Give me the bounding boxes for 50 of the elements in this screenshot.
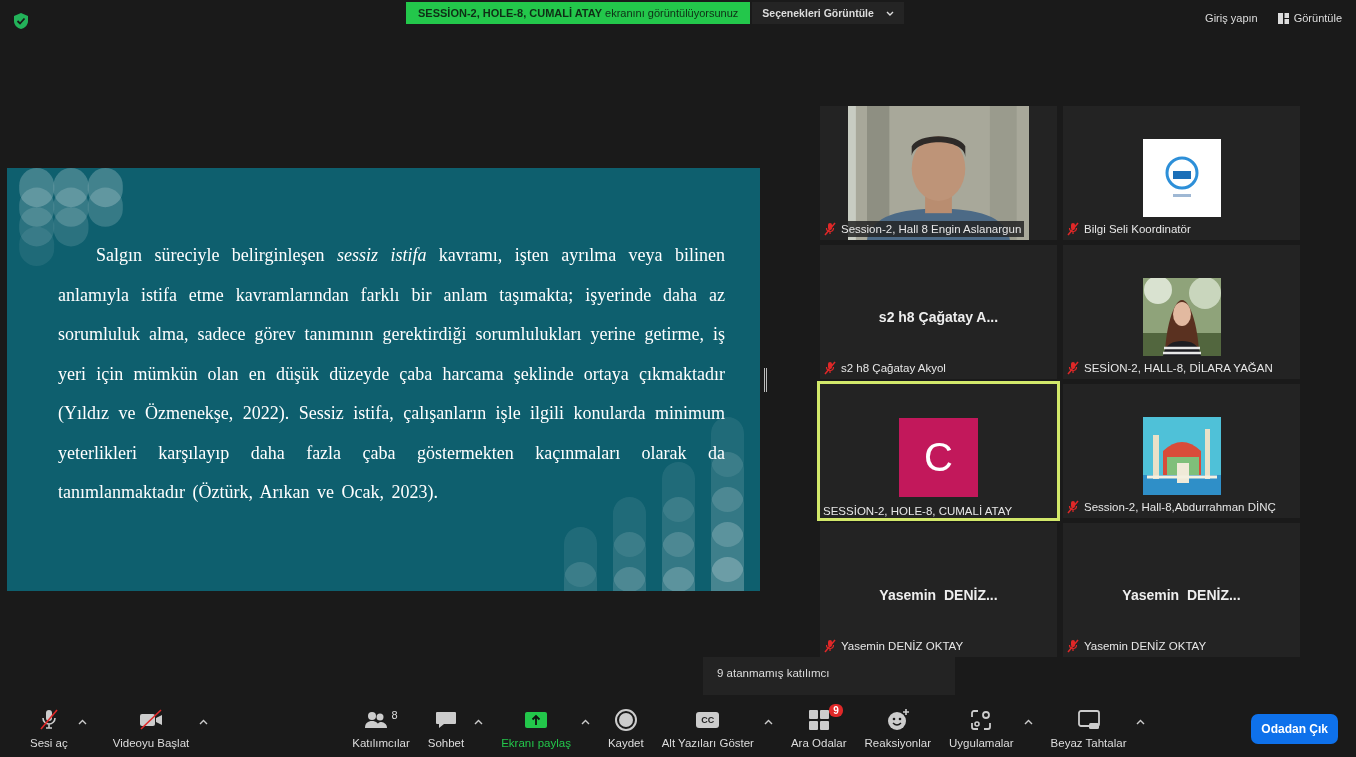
display-name: s2 h8 Çağatay A...: [878, 309, 999, 325]
view-button[interactable]: Görüntüle: [1271, 10, 1348, 26]
apps-button[interactable]: Uygulamalar: [947, 706, 1016, 751]
record-button[interactable]: Kaydet: [605, 706, 646, 751]
display-name: Yasemin DENİZ...: [879, 587, 998, 603]
unmute-button[interactable]: Sesi aç: [28, 706, 70, 751]
caret-icon: [580, 719, 590, 725]
participant-name: Session-2, Hall-8,Abdurrahman DİNÇ: [1084, 501, 1276, 513]
apps-icon: [969, 708, 994, 732]
avatar-initial: C: [899, 417, 978, 497]
grid-icon: [806, 708, 831, 732]
participant-count: 8: [391, 709, 398, 721]
sign-in-button[interactable]: Giriş yapın: [1199, 10, 1264, 26]
record-icon: [613, 708, 638, 732]
tooltip: 9 atanmamış katılımcı: [703, 657, 955, 695]
participant-name: Yasemin DENİZ OKTAY: [841, 640, 964, 652]
caret-icon: [77, 719, 87, 725]
whiteboard-icon: [1076, 708, 1101, 732]
start-video-button[interactable]: Videoyu Başlat: [110, 706, 192, 751]
count-badge: 9: [829, 704, 843, 717]
participants-button[interactable]: 8 Katılımcılar: [350, 706, 412, 751]
whiteboard-button[interactable]: Beyaz Tahtalar: [1048, 706, 1129, 751]
participant-name: Yasemin DENİZ OKTAY: [1084, 640, 1207, 652]
leave-room-button[interactable]: Odadan Çık: [1251, 713, 1338, 744]
participant-name: Bilgi Seli Koordinatör: [1084, 223, 1191, 235]
caret-icon: [199, 719, 209, 725]
smiley-icon: [885, 708, 910, 732]
chat-button[interactable]: Sohbet: [425, 706, 467, 751]
breakout-rooms-button[interactable]: 9 Ara Odalar: [788, 706, 849, 751]
caret-icon: [474, 719, 484, 725]
participant-name: s2 h8 Çağatay Akyol: [841, 362, 946, 374]
splitter-handle[interactable]: [764, 368, 767, 392]
share-screen-button[interactable]: Ekranı paylaş: [499, 706, 573, 751]
view-options-dropdown[interactable]: Seçenekleri Görüntüle: [752, 2, 904, 24]
participant-name: SESSİON-2, HOLE-8, CUMALİ ATAY: [823, 505, 1013, 517]
reactions-button[interactable]: Reaksiyonlar: [862, 706, 934, 751]
participant-name: SESİON-2, HALL-8, DİLARA YAĞAN: [1084, 362, 1273, 374]
captions-icon: CC: [696, 712, 720, 728]
participant-name: Session-2, Hall 8 Engin Aslanargun: [841, 223, 1022, 235]
video-off-icon: [138, 708, 163, 732]
display-name: Yasemin DENİZ...: [1122, 587, 1241, 603]
caret-icon: [763, 719, 773, 725]
sharing-banner: SESSİON-2, HOLE-8, CUMALİ ATAY ekranını görüntülüyorsunuz: [406, 2, 751, 24]
layout-icon: [1277, 12, 1289, 24]
caret-icon: [1023, 719, 1033, 725]
shield-icon: [14, 13, 28, 29]
caret-icon: [1136, 719, 1146, 725]
slide-paragraph: Salgın süreciyle belirginleşen sessiz istifa kavramı, işten ayrılma veya bilinen anlamıyla istifa etme kavramlarından farklı bir anlam taşımakta; işyerinde daha az sorumluluk alma, sadece görev tanımının gerektirdiği sorumlulukları yerine getirme, iş yeri için mümkün olan en düşük düzeyde çaba harcama şeklinde ortaya çıkmaktadır (Yıldız ve Özmenekşe, 2022). Sessiz istifa, çalışanların işle ilgili konularda minimum yeterlikleri karşılayıp daha fazla çaba göstermekten kaçınmaları olarak da tanımlanmaktadır (Öztürk, Arıkan ve Ocak, 2023).: [58, 244, 725, 504]
captions-button[interactable]: CC Alt Yazıları Göster: [659, 706, 756, 751]
caret-icon: [885, 10, 894, 16]
